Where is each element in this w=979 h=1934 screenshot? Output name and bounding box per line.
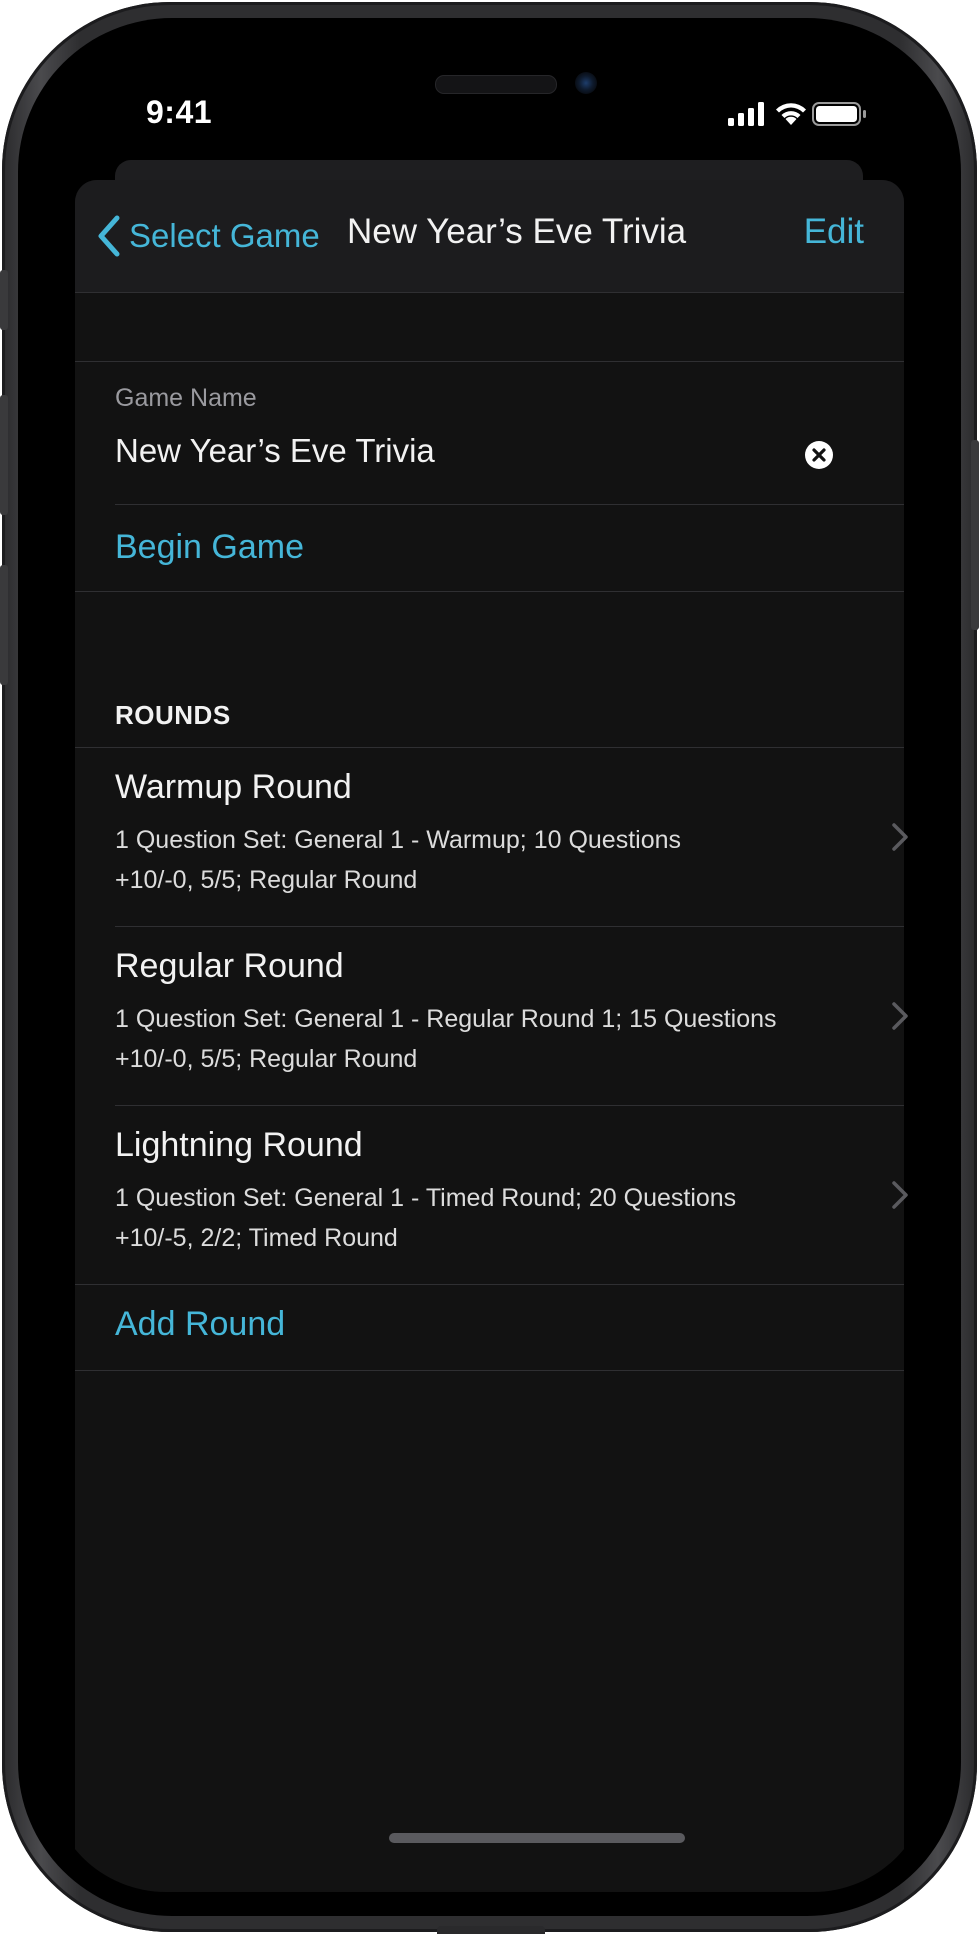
- round-scoring: +10/-5, 2/2; Timed Round: [115, 1224, 398, 1252]
- round-question-set: 1 Question Set: General 1 - Timed Round;…: [115, 1184, 737, 1212]
- rounds-section-header: ROUNDS: [115, 700, 231, 730]
- back-button-label: Select Game: [129, 217, 320, 254]
- game-detail-sheet: Select Game New Year’s Eve Trivia Edit G…: [75, 180, 908, 1892]
- status-icons: [728, 102, 868, 126]
- round-scoring: +10/-0, 5/5; Regular Round: [115, 866, 418, 894]
- status-time: 9:41: [146, 94, 213, 130]
- side-button-power: [971, 440, 979, 630]
- side-button-mute: [0, 270, 8, 330]
- divider: [75, 1370, 904, 1371]
- round-question-set: 1 Question Set: General 1 - Regular Roun…: [115, 1005, 777, 1033]
- back-button[interactable]: Select Game: [97, 208, 320, 264]
- clear-circle-icon[interactable]: [804, 440, 834, 470]
- phone-screen: 9:41 Select Game New Year’s Eve Trivia E…: [48, 42, 931, 1892]
- lightning-port: [437, 1926, 545, 1934]
- round-question-set: 1 Question Set: General 1 - Warmup; 10 Q…: [115, 826, 682, 854]
- cellular-signal-icon: [728, 102, 764, 126]
- navigation-bar: Select Game New Year’s Eve Trivia Edit: [75, 180, 904, 293]
- chevron-right-icon: [892, 1002, 908, 1030]
- wifi-icon: [776, 103, 806, 125]
- edit-button[interactable]: Edit: [804, 212, 864, 252]
- game-name-field: Game Name: [75, 362, 904, 504]
- front-camera: [575, 72, 597, 94]
- divider: [115, 504, 904, 505]
- round-row-lightning[interactable]: Lightning Round 1 Question Set: General …: [75, 1106, 908, 1284]
- round-row-regular[interactable]: Regular Round 1 Question Set: General 1 …: [75, 927, 908, 1105]
- round-title: Warmup Round: [115, 768, 352, 806]
- home-indicator[interactable]: [389, 1833, 685, 1843]
- page-title: New Year’s Eve Trivia: [347, 212, 687, 251]
- chevron-right-icon: [892, 823, 908, 851]
- round-title: Lightning Round: [115, 1126, 363, 1164]
- side-button-volume-down: [0, 565, 8, 685]
- divider: [75, 591, 904, 592]
- section-spacer: [75, 293, 904, 362]
- begin-game-button[interactable]: Begin Game: [115, 528, 304, 567]
- battery-icon: [812, 102, 866, 126]
- earpiece-speaker: [435, 75, 557, 94]
- round-title: Regular Round: [115, 947, 344, 985]
- game-name-input[interactable]: [115, 432, 795, 470]
- round-scoring: +10/-0, 5/5; Regular Round: [115, 1045, 418, 1073]
- round-row-warmup[interactable]: Warmup Round 1 Question Set: General 1 -…: [75, 748, 908, 926]
- divider: [75, 1284, 904, 1285]
- chevron-left-icon: [98, 215, 120, 257]
- chevron-right-icon: [892, 1181, 908, 1209]
- side-button-volume-up: [0, 395, 8, 515]
- game-name-label: Game Name: [115, 384, 257, 412]
- add-round-button[interactable]: Add Round: [115, 1305, 285, 1344]
